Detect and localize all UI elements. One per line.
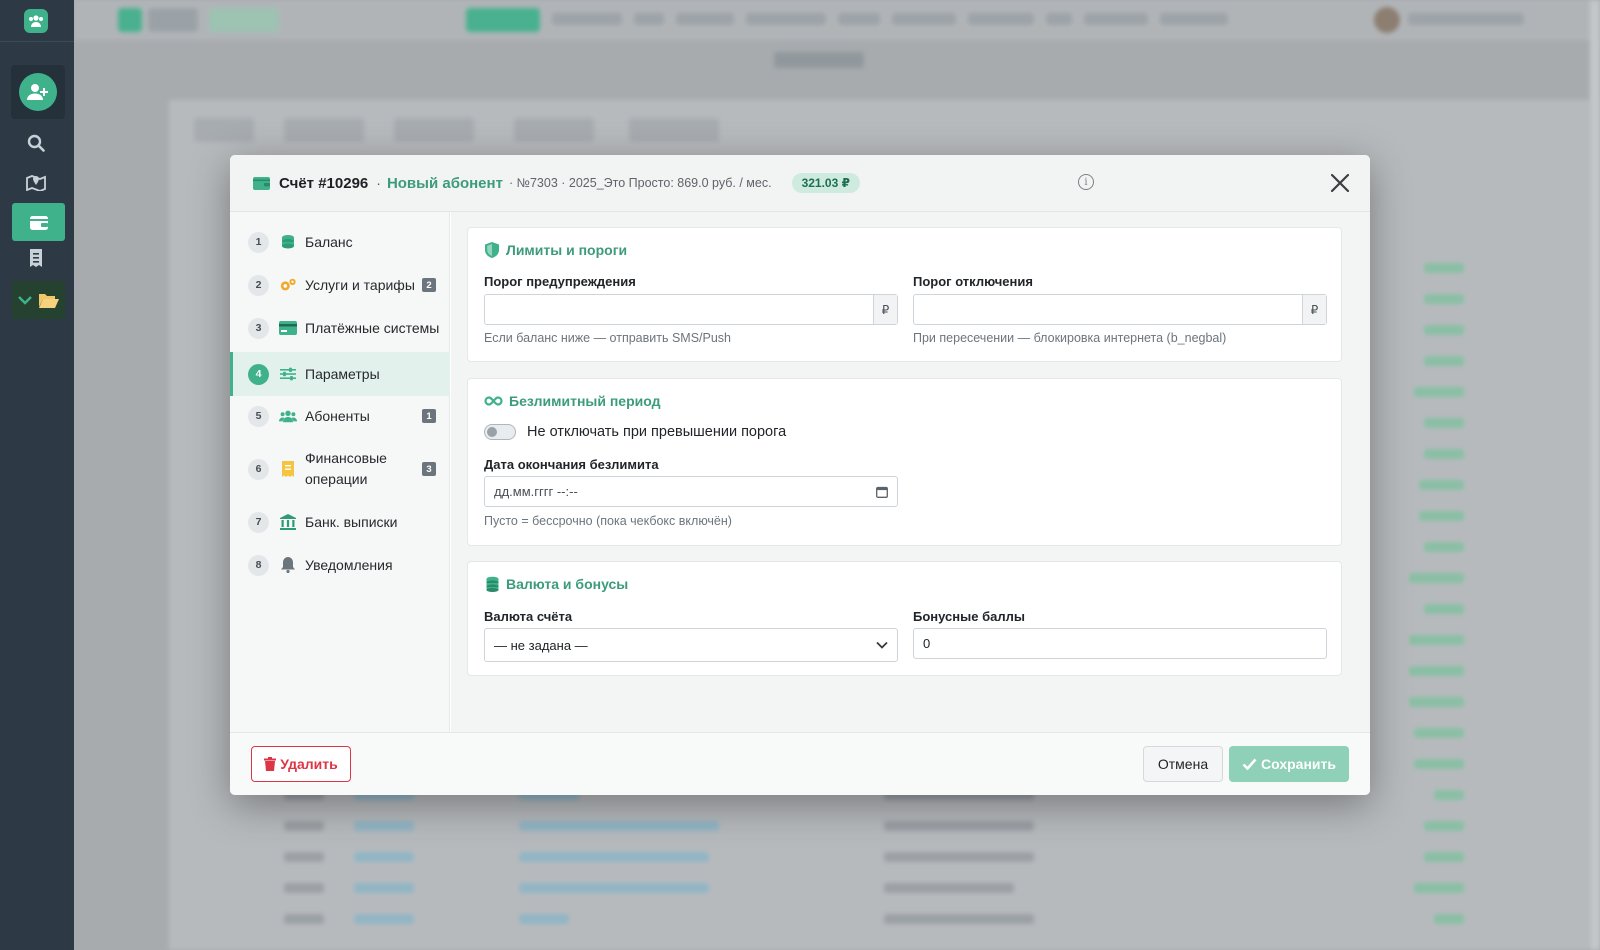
card-title: Лимиты и пороги — [484, 242, 1325, 258]
app-logo-icon[interactable] — [24, 9, 48, 33]
no-disconnect-toggle[interactable] — [484, 424, 516, 440]
modal-subtitle: Новый абонент — [386, 174, 503, 192]
add-user-button[interactable] — [11, 65, 65, 119]
count-badge: 1 — [422, 409, 436, 423]
gears-icon — [279, 277, 297, 293]
currency-addon: ₽ — [1302, 295, 1326, 324]
no-disconnect-label: Не отключать при превышении порога — [527, 424, 787, 440]
nav-item-services[interactable]: 2 Услуги и тарифы 2 — [230, 267, 450, 303]
background-nav-active — [466, 8, 540, 32]
title-separator: · — [376, 175, 381, 191]
unlimited-card: Безлимитный период Не отключать при прев… — [467, 378, 1342, 546]
coins-icon — [279, 234, 297, 250]
nav-item-notifications[interactable]: 8 Уведомления — [230, 547, 450, 583]
wallet-nav-button[interactable] — [12, 203, 65, 241]
search-icon[interactable] — [24, 131, 48, 155]
bell-icon — [279, 557, 297, 573]
folder-open-icon — [38, 293, 59, 308]
off-threshold-label: Порог отключения — [913, 274, 1033, 289]
nav-label: Уведомления — [305, 557, 393, 573]
modal-nav: 1 Баланс 2 Услуги и тарифы 2 3 Платёжные… — [230, 212, 450, 732]
off-threshold-group: ₽ — [913, 294, 1327, 325]
modal-header: Счёт #10296 · Новый абонент · №7303 · 20… — [230, 155, 1370, 212]
save-button[interactable]: Сохранить — [1229, 746, 1349, 782]
modal-body: Лимиты и пороги Порог предупреждения ₽ Е… — [451, 212, 1370, 732]
warn-threshold-help: Если баланс ниже — отправить SMS/Push — [484, 331, 731, 345]
map-icon[interactable] — [24, 170, 48, 194]
check-icon — [1242, 758, 1257, 770]
nav-item-financial-operations[interactable]: 6 Финансовые операции 3 — [230, 441, 450, 497]
off-threshold-input[interactable] — [914, 295, 1302, 324]
nav-label: Услуги и тарифы — [305, 277, 415, 293]
bonus-label: Бонусные баллы — [913, 609, 1025, 624]
account-modal: Счёт #10296 · Новый абонент · №7303 · 20… — [230, 155, 1370, 795]
shield-icon — [484, 242, 500, 258]
credit-card-icon — [279, 320, 297, 336]
balance-badge: 321.03 ₽ — [791, 173, 860, 193]
infinity-icon — [484, 393, 503, 409]
card-title: Валюта и бонусы — [484, 576, 1325, 592]
currency-card: Валюта и бонусы Валюта счёта — не задана… — [467, 561, 1342, 676]
user-plus-icon — [19, 73, 57, 111]
modal-info: · №7303 · 2025_Это Просто: 869.0 руб. / … — [508, 176, 772, 190]
trash-icon — [264, 757, 277, 771]
count-badge: 2 — [422, 278, 436, 292]
sliders-icon — [279, 366, 297, 382]
bank-icon — [279, 514, 297, 530]
background-branch-chip — [209, 8, 279, 32]
nav-item-parameters[interactable]: 4 Параметры — [230, 352, 450, 396]
nav-item-balance[interactable]: 1 Баланс — [230, 224, 450, 260]
coins-icon — [484, 576, 500, 592]
wallet-icon — [253, 177, 270, 190]
modal-footer: Удалить Отмена Сохранить — [230, 732, 1370, 795]
nav-item-subscribers[interactable]: 5 Абоненты 1 — [230, 398, 450, 434]
bonus-input[interactable]: 0 — [913, 628, 1327, 659]
nav-label: Финансовые операции — [305, 450, 387, 487]
count-badge: 3 — [422, 462, 436, 476]
nav-item-bank-statements[interactable]: 7 Банк. выписки — [230, 504, 450, 540]
background-logo — [118, 8, 142, 32]
warn-threshold-group: ₽ — [484, 294, 898, 325]
limits-card: Лимиты и пороги Порог предупреждения ₽ Е… — [467, 227, 1342, 362]
currency-addon: ₽ — [873, 295, 897, 324]
modal-title: Счёт #10296 — [279, 174, 369, 192]
nav-label: Платёжные системы — [305, 320, 440, 336]
wallet-icon — [29, 215, 48, 230]
main-sidebar — [0, 0, 74, 950]
chevron-down-icon — [876, 641, 888, 649]
background-topbar — [74, 0, 1600, 40]
warn-threshold-input[interactable] — [485, 295, 873, 324]
folder-nav-button[interactable] — [12, 281, 65, 319]
delete-button[interactable]: Удалить — [251, 746, 351, 782]
currency-select[interactable]: — не задана — — [484, 628, 898, 662]
close-icon[interactable] — [1328, 171, 1352, 195]
cancel-button[interactable]: Отмена — [1143, 746, 1223, 782]
unlimited-date-input[interactable]: дд.мм.гггг --:-- — [484, 476, 898, 507]
nav-label: Банк. выписки — [305, 514, 398, 530]
nav-item-payment-systems[interactable]: 3 Платёжные системы — [230, 310, 450, 346]
currency-label: Валюта счёта — [484, 609, 573, 624]
nav-label: Параметры — [305, 366, 380, 382]
chevron-down-icon — [17, 296, 32, 305]
nav-label: Баланс — [305, 234, 353, 250]
card-title: Безлимитный период — [484, 393, 1325, 409]
calendar-icon[interactable] — [876, 486, 888, 498]
receipt-icon — [279, 461, 297, 477]
unlimited-date-label: Дата окончания безлимита — [484, 457, 659, 472]
info-circle-icon[interactable]: i — [1078, 174, 1094, 190]
warn-threshold-label: Порог предупреждения — [484, 274, 636, 289]
users-icon — [279, 408, 297, 424]
receipt-icon[interactable] — [24, 246, 48, 270]
unlimited-date-help: Пусто = бессрочно (пока чекбокс включён) — [484, 514, 732, 528]
background-brand — [148, 8, 198, 32]
off-threshold-help: При пересечении — блокировка интернета (… — [913, 331, 1227, 345]
nav-label: Абоненты — [305, 408, 370, 424]
